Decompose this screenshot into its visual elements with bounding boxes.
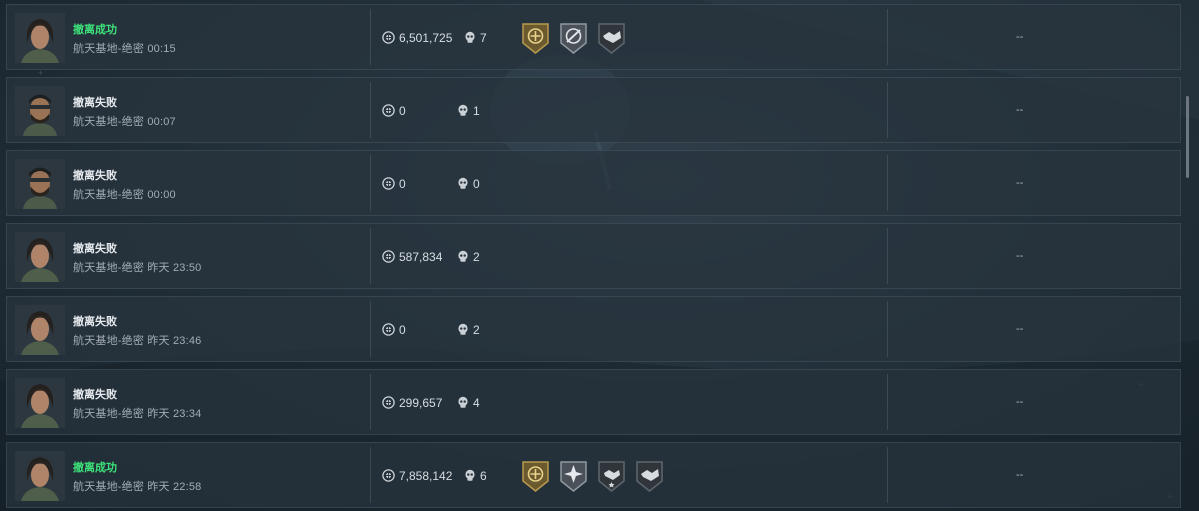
female-operator-avatar [15, 305, 65, 355]
male-operator-avatar [15, 86, 65, 136]
column-divider [370, 82, 371, 138]
extraction-status: 撤离成功 [73, 462, 117, 474]
gold-medal-icon[interactable] [520, 459, 551, 493]
reward-value: -- [1016, 250, 1024, 262]
column-divider [887, 301, 888, 357]
match-record-row[interactable]: 撤离失败航天基地-绝密 00:00 0 0 -- [6, 150, 1181, 216]
match-record-row[interactable]: 撤离失败航天基地-绝密 00:07 0 1 -- [6, 77, 1181, 143]
extraction-status: 撤离失败 [73, 316, 117, 328]
reward-value: -- [1016, 177, 1024, 189]
loot-value: 0 [399, 323, 406, 337]
skull-icon [457, 250, 469, 263]
extraction-status: 撤离失败 [73, 170, 117, 182]
column-divider [370, 447, 371, 503]
kill-count: 1 [473, 104, 480, 118]
map-and-time: 航天基地-绝密 昨天 22:58 [73, 481, 202, 493]
extraction-status: 撤离成功 [73, 24, 117, 36]
coin-icon [382, 177, 395, 190]
skull-icon [464, 469, 476, 482]
coin-icon [382, 323, 395, 336]
loot-value: 0 [399, 104, 406, 118]
coin-icon [382, 469, 395, 482]
map-and-time: 航天基地-绝密 00:15 [73, 43, 176, 55]
kill-count: 2 [473, 250, 480, 264]
column-divider [887, 228, 888, 284]
match-record-row[interactable]: 撤离成功航天基地-绝密 昨天 22:58 7,858,142 6 -- [6, 442, 1181, 508]
skull-icon [457, 104, 469, 117]
female-operator-avatar [15, 378, 65, 428]
match-record-row[interactable]: 撤离失败航天基地-绝密 昨天 23:34 299,657 4 -- [6, 369, 1181, 435]
skull-icon [457, 177, 469, 190]
match-record-row[interactable]: 撤离成功航天基地-绝密 00:15 6,501,725 7 -- [6, 4, 1181, 70]
column-divider [370, 228, 371, 284]
handshake-icon[interactable] [596, 21, 627, 55]
column-divider [887, 9, 888, 65]
map-and-time: 航天基地-绝密 00:00 [73, 189, 176, 201]
map-and-time: 航天基地-绝密 昨天 23:34 [73, 408, 202, 420]
map-and-time: 航天基地-绝密 00:07 [73, 116, 176, 128]
column-divider [370, 301, 371, 357]
scrollbar-thumb[interactable] [1186, 96, 1189, 178]
column-divider [887, 155, 888, 211]
coin-icon [382, 31, 395, 44]
column-divider [370, 155, 371, 211]
loot-value: 299,657 [399, 396, 443, 410]
map-and-time: 航天基地-绝密 昨天 23:50 [73, 262, 202, 274]
loot-value: 6,501,725 [399, 31, 453, 45]
male-operator-avatar [15, 159, 65, 209]
female-operator-avatar [15, 13, 65, 63]
reward-value: -- [1016, 104, 1024, 116]
loot-value: 0 [399, 177, 406, 191]
reward-value: -- [1016, 323, 1024, 335]
column-divider [370, 374, 371, 430]
handshake-star-icon[interactable] [596, 459, 627, 493]
column-divider [887, 374, 888, 430]
extraction-status: 撤离失败 [73, 243, 117, 255]
coin-icon [382, 104, 395, 117]
female-operator-avatar [15, 451, 65, 501]
kill-count: 0 [473, 177, 480, 191]
coin-icon [382, 396, 395, 409]
reward-value: -- [1016, 469, 1024, 481]
match-record-row[interactable]: 撤离失败航天基地-绝密 昨天 23:50 587,834 2 -- [6, 223, 1181, 289]
female-operator-avatar [15, 232, 65, 282]
gold-medal-icon[interactable] [520, 21, 551, 55]
match-record-row[interactable]: 撤离失败航天基地-绝密 昨天 23:46 0 2 -- [6, 296, 1181, 362]
reward-value: -- [1016, 396, 1024, 408]
kill-count: 2 [473, 323, 480, 337]
loot-value: 587,834 [399, 250, 443, 264]
kill-count: 4 [473, 396, 480, 410]
column-divider [370, 9, 371, 65]
column-divider [887, 447, 888, 503]
skull-icon [464, 31, 476, 44]
loot-value: 7,858,142 [399, 469, 453, 483]
extraction-status: 撤离失败 [73, 97, 117, 109]
kill-count: 6 [480, 469, 487, 483]
handshake-icon[interactable] [634, 459, 665, 493]
extraction-status: 撤离失败 [73, 389, 117, 401]
column-divider [887, 82, 888, 138]
star-burst-icon[interactable] [558, 459, 589, 493]
kill-count: 7 [480, 31, 487, 45]
skull-icon [457, 323, 469, 336]
map-and-time: 航天基地-绝密 昨天 23:46 [73, 335, 202, 347]
skull-icon [457, 396, 469, 409]
reward-value: -- [1016, 31, 1024, 43]
rescue-icon[interactable] [558, 21, 589, 55]
coin-icon [382, 250, 395, 263]
